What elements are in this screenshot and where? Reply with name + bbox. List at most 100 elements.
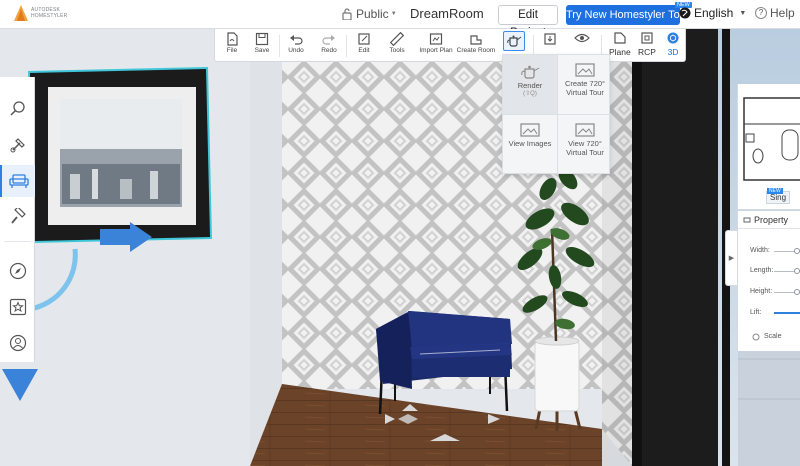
rcp-label: RCP xyxy=(638,47,656,57)
plane-view-button[interactable]: Plane xyxy=(609,32,631,57)
question-icon: ? xyxy=(755,7,767,19)
view-images-option[interactable]: View Images xyxy=(503,115,557,175)
lift-slider[interactable] xyxy=(774,312,800,314)
render-shortcut: (⇧Q) xyxy=(523,91,537,97)
panorama-image-icon xyxy=(575,63,595,77)
image-icon xyxy=(520,123,540,137)
star-icon xyxy=(9,298,26,316)
file-label: File xyxy=(226,47,238,54)
sidebar-item-decorate[interactable] xyxy=(0,201,35,233)
import-plan-label: Import Plan xyxy=(419,47,453,54)
privacy-selector[interactable]: Public ▼ xyxy=(342,7,397,21)
sidebar-item-search[interactable] xyxy=(0,93,35,125)
privacy-label: Public xyxy=(356,7,389,21)
save-button[interactable]: Save xyxy=(247,31,277,60)
chevron-down-icon: ▼ xyxy=(739,9,747,17)
undo-button[interactable]: Undo xyxy=(281,31,311,60)
property-panel: Property Width: Length: Height: Lift: Sc… xyxy=(737,211,800,351)
edit-project-button[interactable]: Edit Project xyxy=(498,5,558,39)
sidebar-divider xyxy=(4,241,31,242)
rcp-view-icon xyxy=(641,32,653,44)
chevron-down-icon: ▼ xyxy=(390,11,397,17)
homestyler-logo-icon xyxy=(14,5,28,21)
sidebar-item-furniture[interactable] xyxy=(0,165,35,197)
rcp-view-button[interactable]: RCP xyxy=(638,32,656,57)
edit-label: Edit xyxy=(358,47,370,54)
save-label: Save xyxy=(254,47,270,54)
sidebar-item-build[interactable] xyxy=(0,129,35,161)
logo-line-2: HOMESTYLER xyxy=(31,13,68,19)
plane-view-icon xyxy=(614,32,626,44)
redo-icon xyxy=(322,35,335,45)
view-720-line1: View 720° xyxy=(568,139,602,148)
teapot-icon xyxy=(521,65,540,79)
create-720-line2: Virtual Tour xyxy=(566,88,604,97)
try-new-tool-button[interactable]: Try New Homestyler Tool xyxy=(566,5,688,25)
plane-label: Plane xyxy=(609,47,631,57)
render-option[interactable]: Render (⇧Q) xyxy=(503,55,557,115)
user-icon xyxy=(9,334,26,352)
top-bar: AUTODESK HOMESTYLER Public ▼ DreamRoom E… xyxy=(0,0,800,39)
file-button[interactable]: File xyxy=(217,31,247,60)
sidebar-item-account[interactable] xyxy=(0,327,35,359)
property-title: Property xyxy=(754,215,789,225)
armchair-icon xyxy=(8,174,29,188)
room-scene xyxy=(0,29,800,466)
create-room-button[interactable]: Create Room xyxy=(456,31,496,60)
tools-button[interactable]: Tools xyxy=(382,31,412,60)
height-slider-handle[interactable] xyxy=(794,289,800,295)
create-720-line1: Create 720° xyxy=(564,79,606,88)
view-images-label: View Images xyxy=(508,139,552,148)
language-selector[interactable]: English ▼ xyxy=(679,6,746,20)
width-label: Width: xyxy=(750,247,770,254)
3d-label: 3D xyxy=(667,47,679,57)
sidebar-item-explore[interactable] xyxy=(0,255,35,287)
edit-icon xyxy=(358,33,370,45)
create-room-icon xyxy=(470,35,482,45)
render-dropdown-menu: Render (⇧Q) Create 720° Virtual Tour Vie… xyxy=(502,54,612,175)
paint-roller-icon xyxy=(10,208,26,224)
language-label: English xyxy=(694,6,734,20)
armchair xyxy=(376,311,512,415)
main-toolbar: File Save Undo Redo Edit Tools Import Pl… xyxy=(214,29,686,62)
redo-button[interactable]: Redo xyxy=(314,31,344,60)
project-name[interactable]: DreamRoom xyxy=(410,6,484,21)
export-icon xyxy=(544,33,556,45)
import-plan-icon xyxy=(429,33,443,45)
3d-view-button[interactable]: 3D xyxy=(667,32,679,57)
redo-label: Redo xyxy=(321,47,337,54)
new-badge: NEW xyxy=(767,188,783,194)
floorplan-thumbnail[interactable]: Sing NEW xyxy=(737,84,800,210)
width-slider-handle[interactable] xyxy=(794,248,800,254)
import-plan-button[interactable]: Import Plan xyxy=(418,31,454,60)
panorama-image-icon xyxy=(575,123,595,137)
scale-icon xyxy=(752,333,760,341)
help-label: Help xyxy=(770,6,795,20)
sidebar-item-favorites[interactable] xyxy=(0,291,35,323)
file-icon xyxy=(227,32,238,46)
undo-label: Undo xyxy=(288,47,304,54)
ruler-icon xyxy=(390,32,404,46)
edit-button[interactable]: Edit xyxy=(349,31,379,60)
autodesk-homestyler-logo[interactable]: AUTODESK HOMESTYLER xyxy=(14,5,67,21)
toolbar-divider xyxy=(279,35,280,57)
globe-icon xyxy=(679,7,691,19)
help-menu[interactable]: ? Help xyxy=(755,6,795,20)
create-720-tour-option[interactable]: Create 720° Virtual Tour xyxy=(558,55,612,115)
length-label: Length: xyxy=(750,267,774,274)
cube-icon xyxy=(667,32,679,44)
compass-icon xyxy=(9,262,26,280)
menu-divider xyxy=(557,55,558,175)
3d-viewport[interactable] xyxy=(0,29,800,466)
view-720-tour-option[interactable]: View 720° Virtual Tour xyxy=(558,115,612,175)
floorplan-preview xyxy=(743,97,800,181)
teapot-icon xyxy=(507,35,522,47)
property-tab[interactable]: Property xyxy=(738,211,800,229)
undo-icon xyxy=(290,35,303,45)
render-label: Render xyxy=(517,81,543,90)
save-icon xyxy=(255,32,269,46)
length-slider-handle[interactable] xyxy=(794,268,800,274)
lock-icon xyxy=(342,8,352,20)
panel-collapse-toggle[interactable]: ▶ xyxy=(725,230,737,286)
toolbar-divider xyxy=(346,35,347,57)
